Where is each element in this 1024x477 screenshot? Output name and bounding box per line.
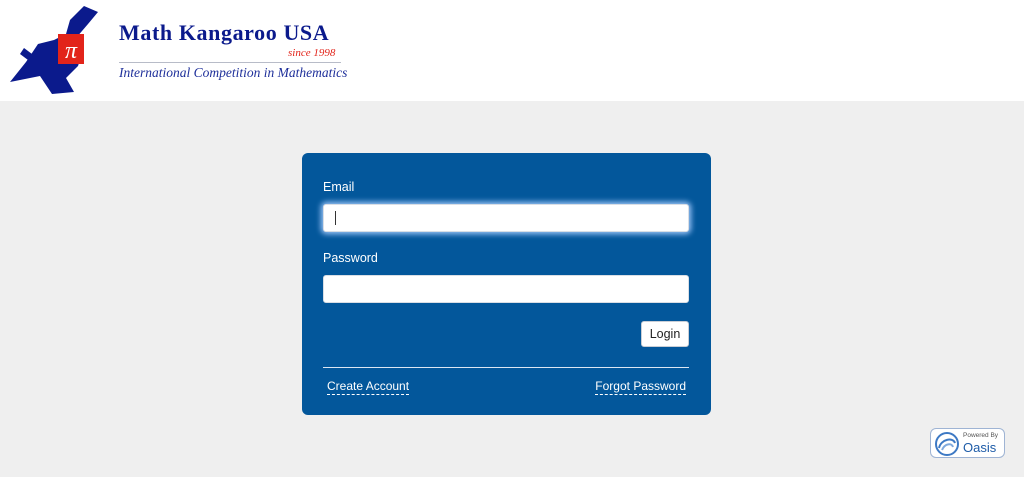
password-label: Password (323, 251, 378, 265)
forgot-password-link[interactable]: Forgot Password (595, 379, 686, 395)
brand-divider (119, 62, 341, 63)
oasis-product-name: Oasis (963, 440, 997, 455)
password-field[interactable] (323, 275, 689, 303)
brand-logo[interactable]: π Math Kangaroo USA since 1998 Internati… (6, 4, 348, 96)
brand-tagline: International Competition in Mathematics (119, 65, 348, 80)
brand-name: Math Kangaroo USA (119, 20, 330, 45)
text-caret (335, 211, 336, 225)
oasis-swirl-icon (935, 432, 959, 456)
brand-since: since 1998 (288, 47, 336, 59)
svg-text:π: π (65, 38, 78, 64)
card-divider (323, 367, 689, 368)
powered-by-label: Powered By (963, 432, 999, 439)
kangaroo-pi-logo-icon: π (10, 6, 98, 94)
create-account-link[interactable]: Create Account (327, 379, 410, 395)
site-header: π Math Kangaroo USA since 1998 Internati… (0, 0, 1024, 101)
powered-by-oasis-badge[interactable]: Powered By Oasis (930, 428, 1005, 458)
email-field[interactable] (323, 204, 689, 232)
email-label: Email (323, 180, 355, 194)
login-button[interactable]: Login (641, 321, 689, 347)
login-card: Email Password Login Create Account Forg… (302, 153, 711, 415)
